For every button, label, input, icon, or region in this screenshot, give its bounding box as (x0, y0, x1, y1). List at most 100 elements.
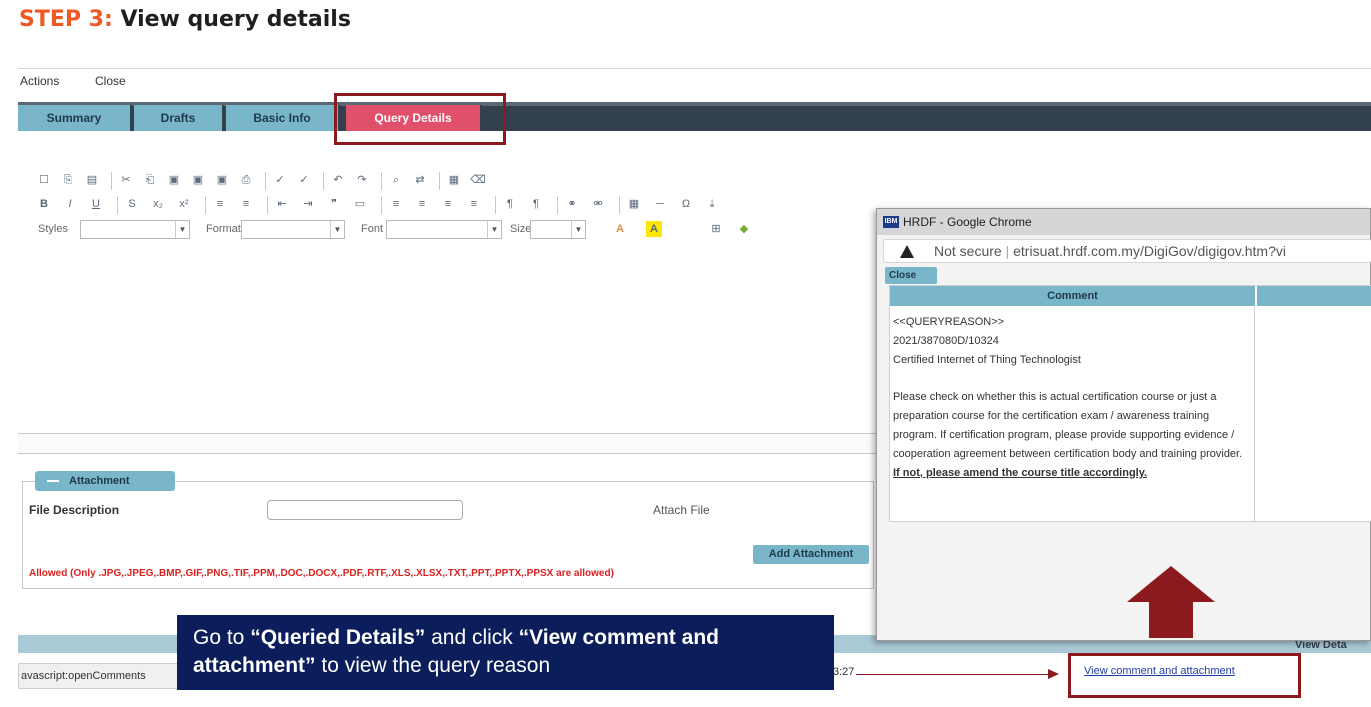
paste-word-icon[interactable]: ▣ (214, 172, 230, 188)
undo-icon[interactable]: ↶ (330, 172, 346, 188)
cut-icon[interactable]: ✂ (118, 172, 134, 188)
numbered-list-icon[interactable]: ≡ (212, 196, 228, 212)
toolbar-separator (381, 196, 382, 214)
callout-text-1: Go to (193, 626, 251, 649)
copy-icon[interactable]: ⎗ (142, 172, 158, 188)
attachment-title: Attachment (69, 475, 130, 487)
menu-close[interactable]: Close (95, 74, 126, 88)
instruction-callout: Go to “Queried Details” and click “View … (177, 615, 834, 690)
comment-body: <<QUERYREASON>> 2021/387080D/10324 Certi… (890, 307, 1255, 521)
add-attachment-button[interactable]: Add Attachment (753, 545, 869, 564)
callout-text-2: and click (425, 626, 519, 649)
toolbar-separator (323, 172, 324, 190)
templates-icon[interactable]: ▤ (84, 172, 100, 188)
collapse-icon (47, 480, 59, 482)
hrdf-logo-icon: IBM (883, 216, 899, 228)
chevron-down-icon: ▼ (175, 221, 189, 238)
blockquote-icon[interactable]: ❞ (326, 196, 342, 212)
redo-icon[interactable]: ↷ (354, 172, 370, 188)
toolbar-separator (117, 196, 118, 214)
outdent-icon[interactable]: ⇤ (274, 196, 290, 212)
size-select[interactable]: ▼ (530, 220, 586, 239)
link-icon[interactable]: ⚭ (564, 196, 580, 212)
unlink-icon[interactable]: ⚮ (590, 196, 606, 212)
status-bar: avascript:openComments (18, 663, 178, 689)
styles-select[interactable]: ▼ (80, 220, 190, 239)
address-separator: | (1005, 243, 1014, 259)
toolbar-separator (111, 172, 112, 190)
horizontal-rule-icon[interactable]: ─ (652, 196, 668, 212)
attachment-toggle[interactable]: Attachment (35, 471, 175, 491)
subscript-icon[interactable]: x₂ (150, 196, 166, 212)
maximize-icon[interactable]: ⊞ (708, 221, 724, 237)
toolbar-separator (439, 172, 440, 190)
superscript-icon[interactable]: x² (176, 196, 192, 212)
time-fragment: 3:27 (833, 666, 855, 678)
special-char-icon[interactable]: Ω (678, 196, 694, 212)
select-all-icon[interactable]: ▦ (446, 172, 462, 188)
toolbar-separator (557, 196, 558, 214)
tab-drafts[interactable]: Drafts (134, 105, 224, 131)
font-select[interactable]: ▼ (386, 220, 502, 239)
print-icon[interactable]: ⎙ (238, 172, 254, 188)
preview-icon[interactable]: ⎘ (60, 172, 76, 188)
replace-icon[interactable]: ⇄ (412, 172, 428, 188)
source-icon[interactable]: ◆ (736, 221, 752, 237)
comment-line: 2021/387080D/10324 (893, 334, 999, 347)
align-center-icon[interactable]: ≡ (414, 196, 430, 212)
find-icon[interactable]: ⌕ (388, 172, 404, 188)
align-left-icon[interactable]: ≡ (388, 196, 404, 212)
toolbar-separator (381, 172, 382, 190)
file-description-input[interactable] (267, 500, 463, 520)
bg-color-icon[interactable]: A (646, 221, 662, 237)
paste-text-icon[interactable]: ▣ (190, 172, 206, 188)
bold-icon[interactable]: B (36, 196, 52, 212)
text-color-icon[interactable]: A (612, 221, 628, 237)
editor-toolbar-row2: B I U Sx₂ x² ≡ ≡ ⇤ ⇥ ❞ ▭ ≡ ≡ ≡ ≡ ¶ ¶ ⚭ ⚮ ▦ ─ Ω ⤓ (18, 194, 878, 216)
attach-file-label: Attach File (653, 503, 710, 517)
new-page-icon[interactable]: ☐ (36, 172, 52, 188)
editor-content-area[interactable] (18, 244, 878, 434)
format-label: Format (206, 223, 241, 235)
tab-strip: Summary Drafts Basic Info Query Details (18, 102, 1371, 131)
underline-icon[interactable]: U (88, 196, 104, 212)
ltr-icon[interactable]: ¶ (502, 196, 518, 212)
align-right-icon[interactable]: ≡ (440, 196, 456, 212)
bulleted-list-icon[interactable]: ≡ (238, 196, 254, 212)
div-icon[interactable]: ▭ (352, 196, 368, 212)
page-break-icon[interactable]: ⤓ (704, 196, 720, 212)
remove-format-icon[interactable]: ⌫ (470, 172, 486, 188)
up-arrow-shaft (1149, 600, 1193, 638)
italic-icon[interactable]: I (62, 196, 78, 212)
spellcheck-as-you-type-icon[interactable]: ✓ (296, 172, 312, 188)
address-bar[interactable]: Not secure | etrisuat.hrdf.com.my/DigiGo… (883, 239, 1371, 263)
step-label: STEP 3: (19, 7, 113, 32)
editor-footer (18, 434, 878, 454)
chevron-down-icon: ▼ (487, 221, 501, 238)
allowed-types-text: Allowed (Only .JPG,.JPEG,.BMP,.GIF,.PNG,… (29, 568, 614, 579)
size-label: Size (510, 223, 532, 235)
strike-icon[interactable]: S (124, 196, 140, 212)
tab-summary[interactable]: Summary (18, 105, 132, 131)
spellcheck-icon[interactable]: ✓ (272, 172, 288, 188)
popup-close-button[interactable]: Close (885, 267, 937, 284)
popup-title-bar: IBM HRDF - Google Chrome (877, 209, 1370, 235)
tab-basic-info[interactable]: Basic Info (226, 105, 340, 131)
comment-gap (893, 369, 1251, 388)
popup-url: etrisuat.hrdf.com.my/DigiGov/digigov.htm… (1013, 243, 1286, 259)
toolbar-separator (619, 196, 620, 214)
rtl-icon[interactable]: ¶ (528, 196, 544, 212)
format-select[interactable]: ▼ (241, 220, 345, 239)
comment-emphasis: If not, please amend the course title ac… (893, 466, 1148, 479)
font-label: Font (361, 223, 384, 235)
menu-actions[interactable]: Actions (20, 74, 59, 88)
indent-icon[interactable]: ⇥ (300, 196, 316, 212)
step-title: STEP 3: View query details (19, 7, 351, 32)
toolbar-separator (265, 172, 266, 190)
up-arrow-icon (1127, 566, 1215, 602)
justify-icon[interactable]: ≡ (466, 196, 482, 212)
toolbar-separator (495, 196, 496, 214)
table-icon[interactable]: ▦ (626, 196, 642, 212)
paste-icon[interactable]: ▣ (166, 172, 182, 188)
security-label: Not secure (934, 243, 1002, 259)
